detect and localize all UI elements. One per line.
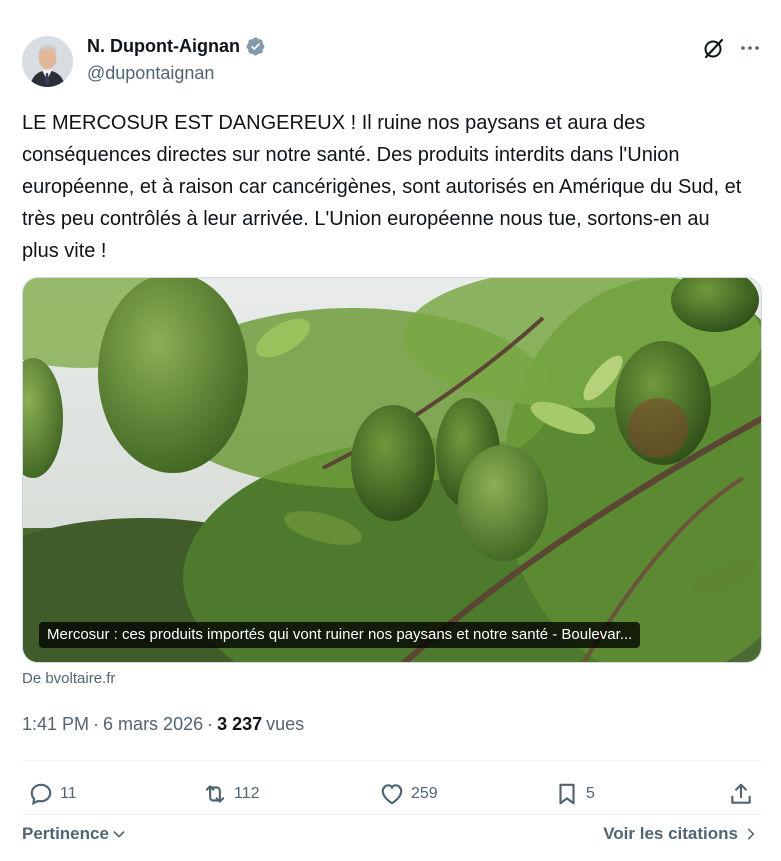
card-image — [23, 278, 761, 662]
bookmark-icon — [559, 783, 575, 805]
chevron-right-icon — [747, 828, 755, 840]
view-quotes-link[interactable]: Voir les citations — [603, 824, 758, 844]
bookmark-count: 5 — [586, 785, 595, 802]
link-card[interactable]: Mercosur : ces produits importés qui von… — [22, 277, 762, 663]
repost-count: 112 — [234, 785, 260, 802]
views-count: 3 237 — [217, 714, 263, 734]
repost-icon — [205, 785, 225, 803]
card-title: Mercosur : ces produits importés qui von… — [39, 622, 641, 648]
reply-button[interactable]: 11 — [28, 776, 77, 812]
tweet-header: N. Dupont-Aignan @dupontaignan — [22, 32, 762, 88]
bookmark-button[interactable]: 5 — [554, 776, 595, 812]
avatar-image — [22, 36, 73, 87]
action-bar: 11 112 259 5 — [22, 776, 762, 812]
avatar[interactable] — [22, 36, 73, 87]
quotes-label: Voir les citations — [603, 824, 738, 843]
chevron-down-icon — [113, 831, 125, 838]
share-button[interactable] — [728, 776, 754, 812]
tweet-meta: 1:41 PM · 6 mars 2026 · 3 237 vues — [22, 714, 304, 735]
verified-badge-icon — [245, 36, 266, 57]
tweet-text: LE MERCOSUR EST DANGEREUX ! Il ruine nos… — [22, 112, 742, 262]
replies-footer: Pertinence Voir les citations — [22, 822, 762, 848]
sort-dropdown[interactable]: Pertinence — [22, 824, 127, 844]
meta-separator: · — [207, 714, 214, 734]
like-count: 259 — [411, 785, 438, 802]
repost-button[interactable]: 112 — [202, 776, 260, 812]
author-handle[interactable]: @dupontaignan — [87, 63, 214, 84]
divider — [22, 814, 762, 815]
heart-icon — [381, 784, 403, 805]
card-source[interactable]: De bvoltaire.fr — [22, 670, 115, 687]
divider — [22, 760, 762, 761]
meta-separator: · — [93, 714, 100, 734]
author-name-row: N. Dupont-Aignan — [87, 36, 266, 57]
more-horizontal-icon[interactable] — [738, 36, 762, 60]
reply-icon — [30, 783, 52, 806]
reply-count: 11 — [60, 785, 77, 802]
author-name[interactable]: N. Dupont-Aignan — [87, 36, 240, 57]
grok-icon[interactable] — [702, 36, 726, 60]
share-icon — [731, 783, 751, 804]
tweet-date[interactable]: 6 mars 2026 — [103, 714, 203, 735]
views-label: vues — [266, 714, 305, 734]
tweet-time[interactable]: 1:41 PM — [22, 714, 89, 735]
like-button[interactable]: 259 — [379, 776, 438, 812]
sort-label: Pertinence — [22, 824, 109, 843]
